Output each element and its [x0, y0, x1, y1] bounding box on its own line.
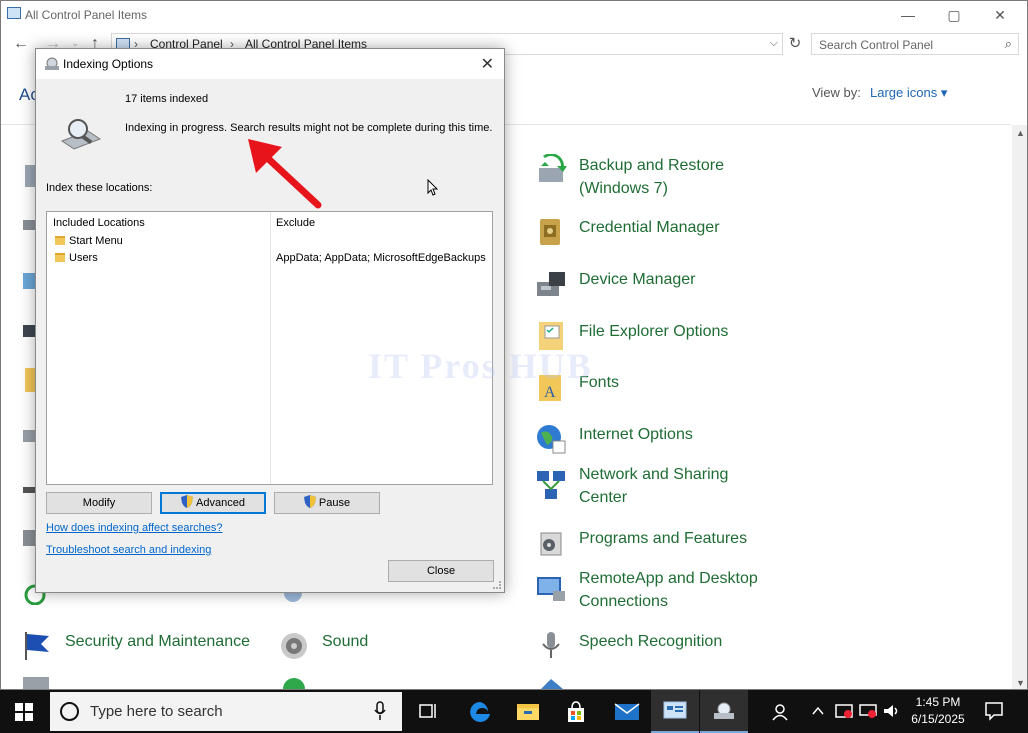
taskbar: Type here to search 1:45 PM 6/15/2025	[0, 690, 1028, 733]
item-label: RemoteApp and Desktop Connections	[579, 570, 758, 610]
programs-features-icon	[540, 532, 562, 556]
item-label: Programs and Features	[579, 530, 748, 547]
remoteapp-icon	[537, 577, 565, 601]
taskbar-search-input[interactable]: Type here to search	[50, 692, 402, 731]
network-disconnected-icon[interactable]	[858, 690, 878, 733]
show-hidden-icons-chevron[interactable]	[810, 690, 826, 733]
annotation-arrow	[248, 139, 322, 209]
location-name: Start Menu	[69, 235, 123, 247]
security-maintenance-icon	[25, 632, 49, 660]
view-by-dropdown[interactable]: Large icons ▾	[870, 85, 947, 101]
taskbar-search-placeholder: Type here to search	[90, 703, 223, 720]
back-arrow-icon[interactable]: ←	[13, 34, 29, 54]
item-label: Credential Manager	[579, 219, 720, 236]
people-icon[interactable]	[770, 690, 794, 733]
mail-icon[interactable]	[602, 690, 650, 733]
internet-options-icon	[537, 425, 566, 454]
indexing-options-dialog: Indexing Options ✕ 17 items indexed Inde…	[35, 48, 505, 593]
item-label: Device Manager	[579, 271, 696, 288]
task-view-icon[interactable]	[404, 690, 452, 733]
search-icon: ⌕	[1004, 36, 1012, 51]
dialog-title-bar: Indexing Options ✕	[36, 49, 504, 79]
advanced-button[interactable]: Advanced	[160, 492, 266, 514]
location-exclude: AppData; AppData; MicrosoftEdgeBackups	[276, 252, 486, 264]
modify-button-label: Modify	[82, 497, 116, 509]
folder-icon	[55, 236, 65, 245]
pause-button[interactable]: Pause	[274, 492, 380, 514]
resize-grip[interactable]	[493, 581, 501, 589]
search-input[interactable]: Search Control Panel ⌕	[811, 33, 1019, 55]
maximize-button[interactable]: ▢	[931, 1, 977, 31]
edge-icon[interactable]	[456, 690, 504, 733]
uac-shield-icon	[303, 495, 316, 508]
clock-date: 6/15/2025	[911, 712, 965, 726]
clock-time: 1:45 PM	[915, 695, 961, 709]
title-bar: All Control Panel Items — ▢ ✕	[1, 1, 1027, 31]
chevron-down-icon[interactable]: ⌵	[770, 37, 778, 50]
close-button[interactable]: ✕	[977, 1, 1023, 31]
troubleshoot-link[interactable]: Troubleshoot search and indexing	[46, 544, 211, 556]
storage-spaces-icon	[23, 677, 49, 689]
column-header-exclude[interactable]: Exclude	[276, 217, 315, 229]
device-manager-icon	[537, 272, 565, 296]
windows-logo-icon	[15, 703, 33, 721]
item-label: Security and Maintenance	[65, 633, 250, 650]
network-sharing-icon	[537, 471, 565, 499]
minimize-button[interactable]: —	[885, 1, 931, 31]
close-button-label: Close	[426, 565, 456, 577]
scrollbar[interactable]: ▲ ▼	[1012, 125, 1027, 689]
how-indexing-affects-link[interactable]: How does indexing affect searches?	[46, 522, 223, 534]
sound-icon	[281, 633, 307, 659]
uac-shield-icon	[181, 495, 194, 508]
folder-icon	[55, 253, 65, 262]
location-name: Users	[69, 252, 98, 264]
system-icon	[541, 679, 563, 689]
close-icon[interactable]: ✕	[481, 54, 494, 74]
volume-icon[interactable]	[882, 690, 902, 733]
scroll-up-icon[interactable]: ▲	[1016, 128, 1025, 138]
dialog-title: Indexing Options	[63, 57, 154, 71]
control-panel-icon	[7, 7, 21, 19]
scroll-down-icon[interactable]: ▼	[1016, 678, 1025, 688]
control-panel-taskbar-icon[interactable]	[651, 690, 699, 733]
close-button[interactable]: Close	[388, 560, 494, 582]
indexing-options-icon	[45, 57, 59, 70]
indexing-status-text: Indexing in progress. Search results mig…	[125, 122, 493, 134]
clock[interactable]: 1:45 PM 6/15/2025	[906, 694, 970, 728]
sync-center-icon	[283, 678, 305, 689]
refresh-icon[interactable]: ↻	[785, 33, 805, 55]
item-label: Sound	[322, 633, 369, 650]
view-by-label: View by:	[812, 85, 861, 100]
store-icon[interactable]	[552, 690, 600, 733]
item-label: File Explorer Options	[579, 323, 729, 340]
item-label: Backup and Restore (Windows 7)	[579, 157, 724, 197]
backup-restore-icon	[539, 154, 567, 182]
item-label: Speech Recognition	[579, 633, 723, 650]
watermark: IT Pros HUB	[368, 346, 593, 386]
index-locations-label: Index these locations:	[46, 182, 153, 194]
item-label: Fonts	[579, 374, 620, 391]
notifications-icon[interactable]	[984, 701, 1004, 721]
window-title: All Control Panel Items	[25, 8, 148, 22]
column-divider	[270, 212, 271, 484]
security-alert-icon[interactable]	[834, 690, 854, 733]
search-placeholder: Search Control Panel	[819, 38, 934, 52]
mouse-cursor-icon	[427, 179, 439, 196]
item-label: Internet Options	[579, 426, 693, 443]
file-explorer-icon[interactable]	[504, 690, 552, 733]
pause-button-label: Pause	[318, 497, 351, 509]
modify-button[interactable]: Modify	[46, 492, 152, 514]
items-indexed-text: 17 items indexed	[125, 93, 209, 105]
credential-manager-icon	[540, 219, 560, 245]
microphone-icon[interactable]	[374, 701, 386, 721]
cortana-icon	[60, 702, 79, 721]
item-label: Network and Sharing Center	[579, 466, 729, 506]
advanced-button-label: Advanced	[196, 497, 245, 509]
indexing-options-taskbar-icon[interactable]	[700, 690, 748, 733]
column-header-included[interactable]: Included Locations	[53, 217, 145, 229]
indexing-magnifier-icon	[60, 119, 102, 150]
start-button[interactable]	[0, 690, 48, 733]
